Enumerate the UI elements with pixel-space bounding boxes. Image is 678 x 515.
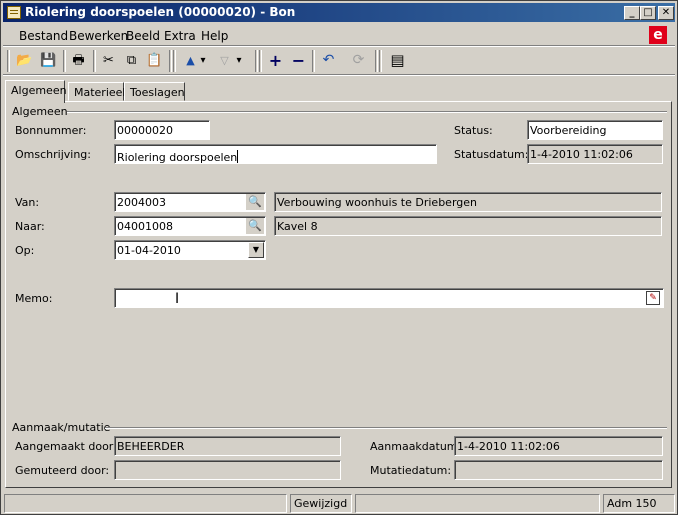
group-divider	[67, 111, 667, 113]
window-title: Riolering doorspoelen (00000020) - Bon	[25, 5, 296, 19]
status-field[interactable]: Voorbereiding	[527, 120, 663, 140]
bonnummer-label: Bonnummer:	[15, 124, 87, 137]
omschrijving-value: Riolering doorspoelen	[117, 151, 238, 164]
menu-bar: Bestand Bewerken Beeld Extra Help e	[3, 25, 675, 45]
modified-by-field	[114, 460, 341, 480]
maximize-button[interactable]: □	[640, 6, 656, 20]
chevron-down-icon[interactable]: ▼	[248, 242, 264, 258]
menu-bestand[interactable]: Bestand	[19, 29, 68, 43]
modified-date-field	[454, 460, 663, 480]
cut-icon[interactable]: ✂	[97, 49, 120, 72]
memo-edit-icon[interactable]: ✎	[646, 291, 660, 305]
layout-icon[interactable]: ▤	[386, 49, 409, 72]
save-icon[interactable]: 💾	[37, 49, 60, 72]
op-date-dropdown[interactable]: 01-04-2010 ▼	[114, 240, 266, 260]
mouse-ibeam-cursor-icon: I	[175, 291, 180, 307]
status-label: Status:	[454, 124, 493, 137]
status-panel-administration: Adm 150	[603, 494, 675, 513]
status-panel-main	[4, 494, 287, 513]
application-window: Riolering doorspoelen (00000020) - Bon _…	[0, 0, 678, 515]
toolbar-separator	[63, 50, 66, 72]
add-icon[interactable]: +	[264, 49, 287, 72]
naar-label: Naar:	[15, 220, 45, 233]
status-bar: Gewijzigd Adm 150	[4, 494, 676, 513]
open-folder-icon[interactable]: 📂	[13, 49, 36, 72]
omschrijving-label: Omschrijving:	[15, 148, 91, 161]
van-code-value: 2004003	[117, 196, 166, 209]
tab-toeslagen[interactable]: Toeslagen	[124, 82, 185, 101]
modified-date-label: Mutatiedatum:	[370, 464, 452, 477]
toolbar-separator	[169, 50, 172, 72]
status-panel-modified: Gewijzigd	[290, 494, 352, 513]
undo-icon[interactable]: ↶	[317, 49, 340, 72]
toolbar-grip	[379, 50, 382, 72]
up-menu-chevron-down-icon[interactable]: ▾	[197, 49, 209, 72]
bonnummer-field[interactable]: 00000020	[114, 120, 210, 140]
toolbar-grip	[173, 50, 176, 72]
menu-extra[interactable]: Extra	[164, 29, 196, 43]
naar-code-field[interactable]: 04001008 🔍	[114, 216, 266, 236]
tab-algemeen[interactable]: Algemeen	[5, 80, 67, 103]
group-title-aanmaak-mutatie: Aanmaak/mutatie	[12, 421, 111, 434]
toolbar-separator-line	[3, 74, 675, 76]
created-date-field: 1-4-2010 11:02:06	[454, 436, 663, 456]
created-date-label: Aanmaakdatum:	[370, 440, 462, 453]
minimize-button[interactable]: _	[624, 6, 640, 20]
print-icon[interactable]: 🖶	[67, 49, 90, 72]
tab-materieel[interactable]: Materieel	[68, 82, 125, 101]
down-menu-chevron-down-icon[interactable]: ▾	[233, 49, 245, 72]
statusdatum-label: Statusdatum:	[454, 148, 529, 161]
naar-description-field: Kavel 8	[274, 216, 662, 236]
copy-icon[interactable]: ⧉	[120, 49, 143, 72]
naar-lookup-search-icon[interactable]: 🔍	[246, 218, 264, 234]
naar-code-value: 04001008	[117, 220, 173, 233]
omschrijving-field[interactable]: Riolering doorspoelen	[114, 144, 437, 164]
van-label: Van:	[15, 196, 40, 209]
text-caret	[237, 150, 239, 163]
modified-by-label: Gemuteerd door:	[15, 464, 110, 477]
memo-label: Memo:	[15, 292, 53, 305]
remove-icon[interactable]: −	[287, 49, 310, 72]
created-by-label: Aangemaakt door:	[15, 440, 117, 453]
van-lookup-search-icon[interactable]: 🔍	[246, 194, 264, 210]
refresh-icon[interactable]: ⟳	[347, 49, 370, 72]
toolbar-separator	[93, 50, 96, 72]
paste-icon[interactable]: 📋	[143, 49, 166, 72]
toolbar-separator	[255, 50, 258, 72]
document-icon	[7, 6, 21, 19]
created-by-field: BEHEERDER	[114, 436, 341, 456]
op-label: Op:	[15, 244, 35, 257]
toolbar-separator	[375, 50, 378, 72]
toolbar: 📂 💾 🖶 ✂ ⧉ 📋 ▲ ▾ ▽ ▾ + − ↶ ⟳ ▤	[3, 47, 675, 75]
op-date-value: 01-04-2010	[117, 244, 181, 257]
toolbar-grip	[259, 50, 262, 72]
van-code-field[interactable]: 2004003 🔍	[114, 192, 266, 212]
memo-field[interactable]: ✎	[114, 288, 664, 308]
close-button[interactable]: ✕	[658, 6, 674, 20]
statusdatum-field: 1-4-2010 11:02:06	[527, 144, 663, 164]
toolbar-separator	[312, 50, 315, 72]
van-description-field: Verbouwing woonhuis te Driebergen	[274, 192, 662, 212]
status-panel-info	[355, 494, 600, 513]
toolbar-grip	[7, 50, 10, 72]
title-bar[interactable]: Riolering doorspoelen (00000020) - Bon _…	[3, 3, 675, 22]
menu-help[interactable]: Help	[201, 29, 228, 43]
group-title-algemeen: Algemeen	[12, 105, 68, 118]
menu-bewerken[interactable]: Bewerken	[69, 29, 128, 43]
menu-beeld[interactable]: Beeld	[126, 29, 160, 43]
brand-logo-icon: e	[649, 26, 667, 44]
group-divider	[105, 427, 667, 429]
